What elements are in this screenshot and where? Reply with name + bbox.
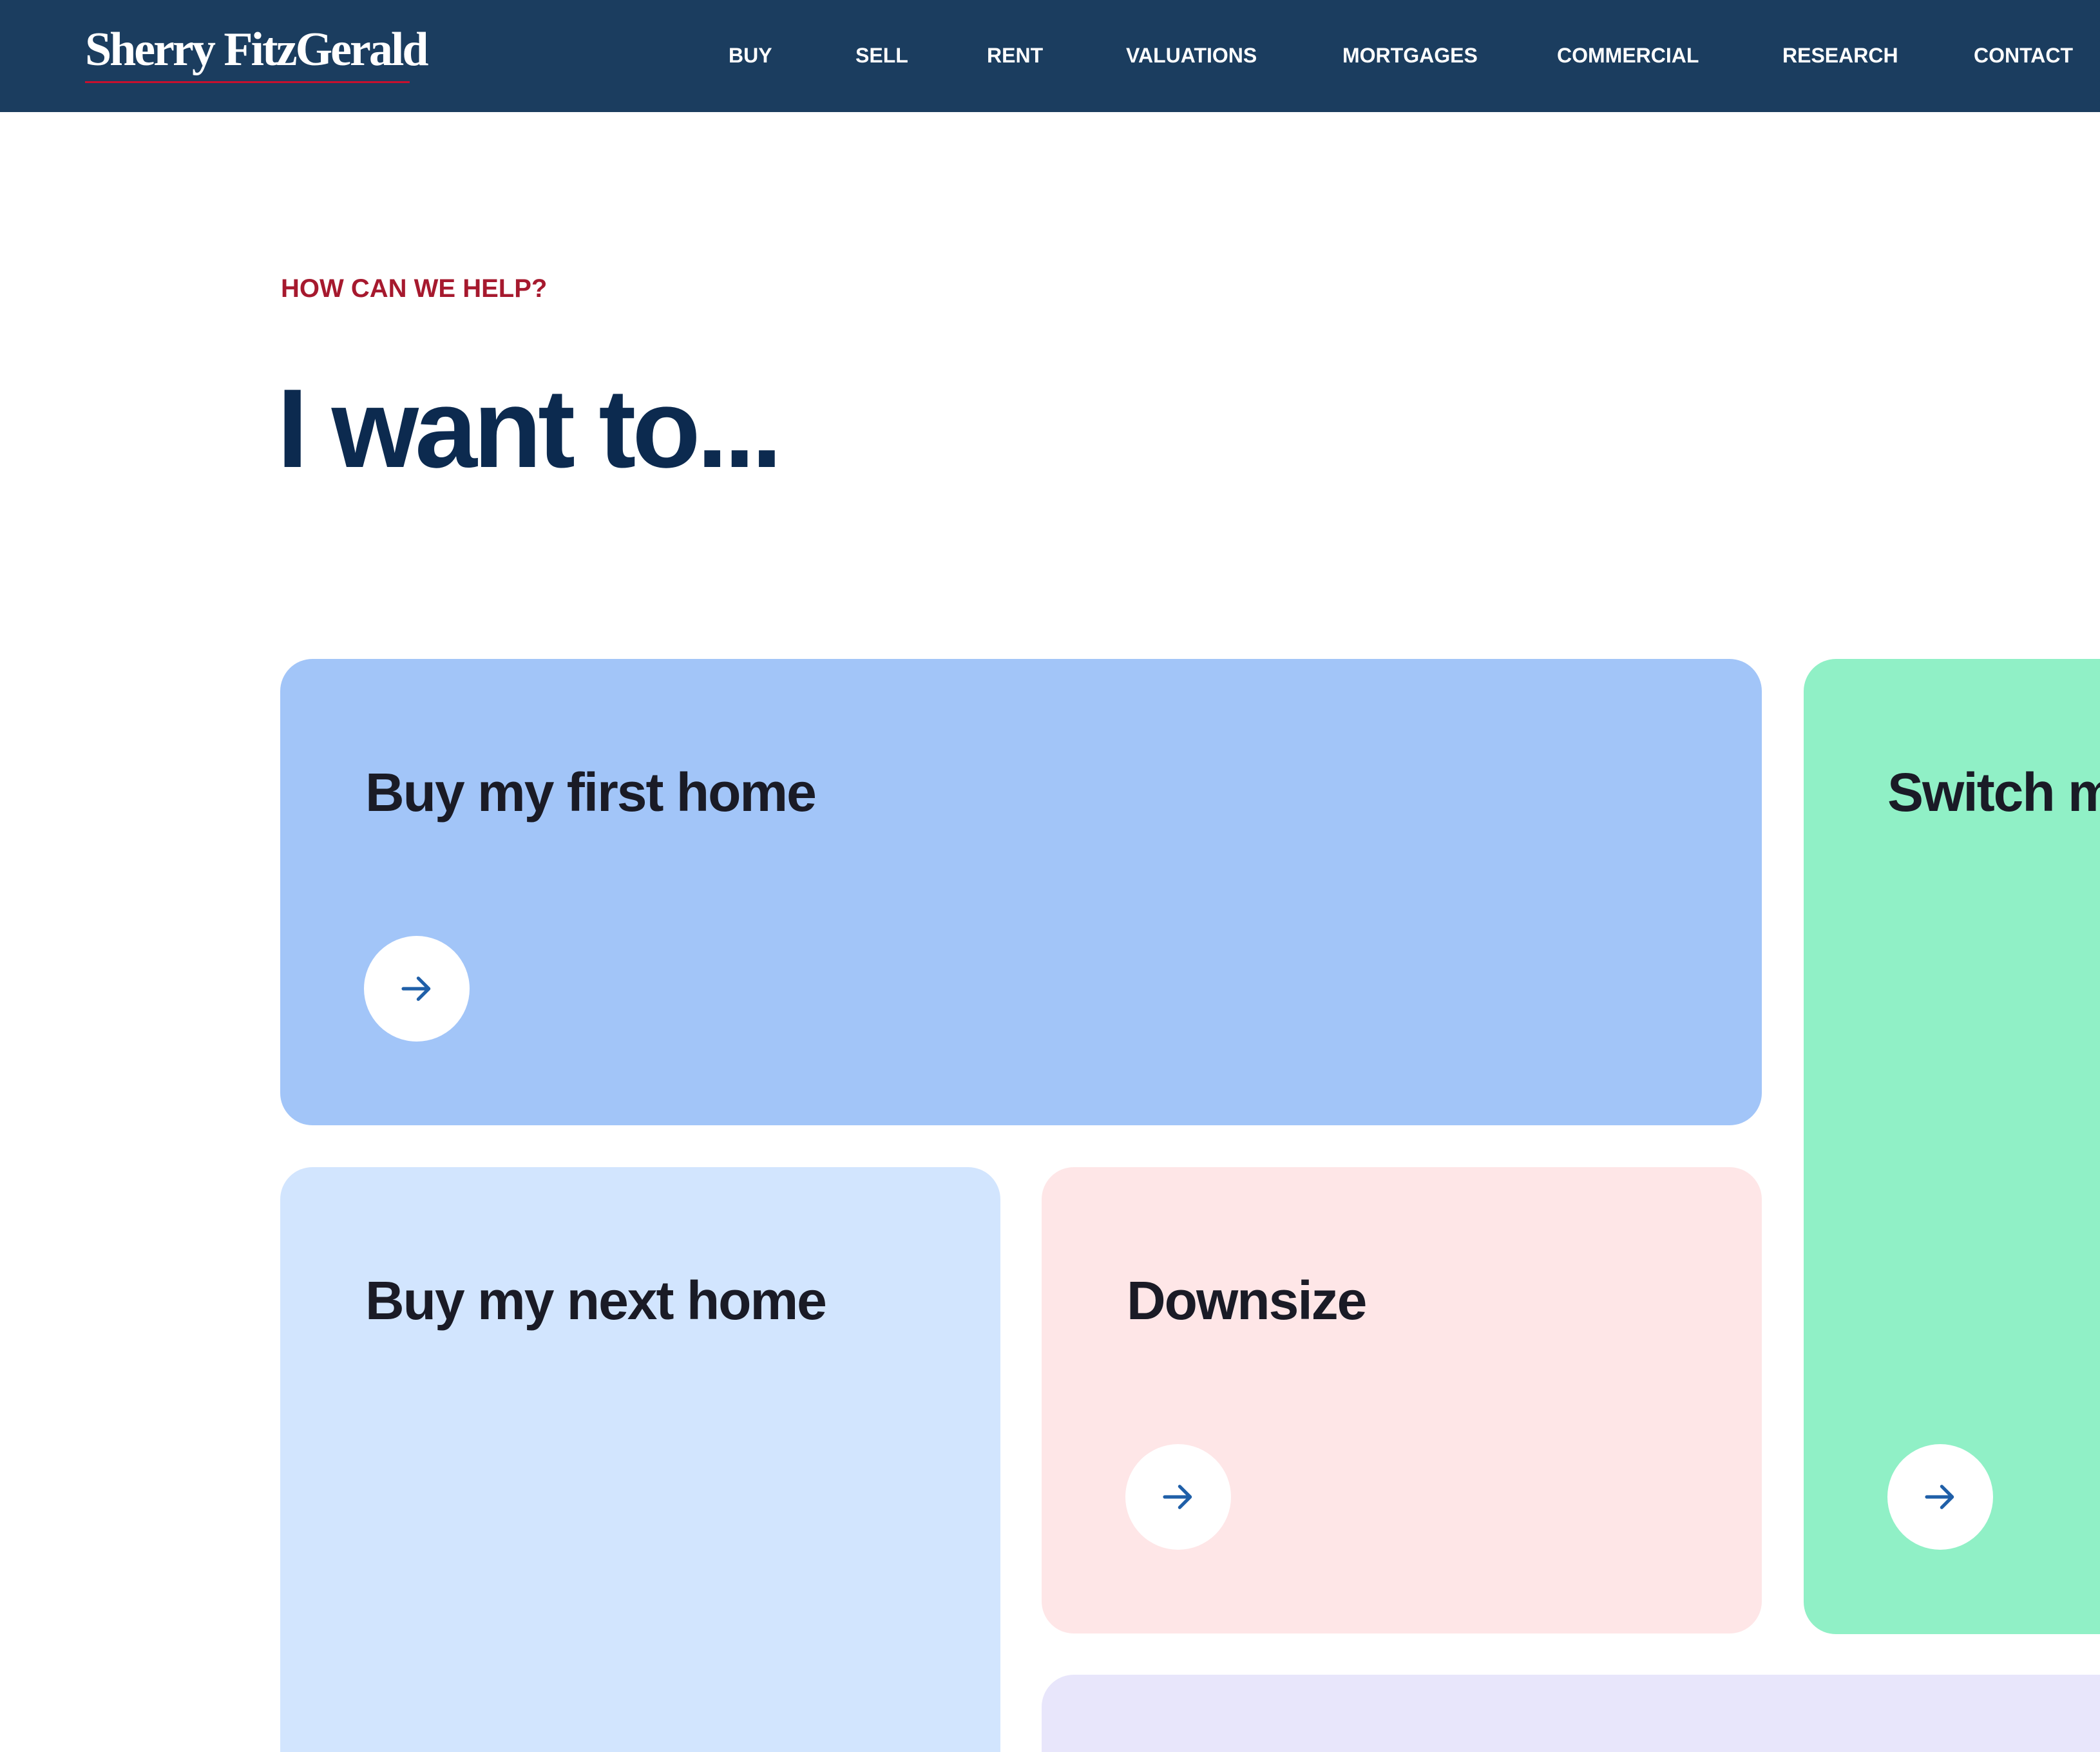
logo-underline bbox=[85, 81, 410, 83]
card-arrow-button[interactable] bbox=[1887, 1444, 1993, 1550]
nav-item-commercial[interactable]: COMMERCIAL bbox=[1557, 41, 1699, 70]
top-nav-bar: Sherry FitzGerald BUY SELL RENT VALUATIO… bbox=[0, 0, 2100, 112]
nav-item-buy[interactable]: BUY bbox=[729, 41, 772, 70]
card-downsize[interactable]: Downsize bbox=[1042, 1167, 1762, 1633]
brand-logo[interactable]: Sherry FitzGerald bbox=[85, 21, 429, 79]
nav-item-sell[interactable]: SELL bbox=[855, 41, 908, 70]
card-arrow-button[interactable] bbox=[364, 936, 470, 1042]
arrow-right-icon bbox=[1163, 1485, 1192, 1509]
nav-item-research[interactable]: RESEARCH bbox=[1782, 41, 1898, 70]
card-buy-first-home[interactable]: Buy my first home bbox=[280, 659, 1762, 1125]
page-heading: I want to... bbox=[277, 365, 783, 491]
card-title: Downsize bbox=[1127, 1270, 1367, 1331]
section-eyebrow: HOW CAN WE HELP? bbox=[281, 274, 548, 303]
nav-item-contact[interactable]: CONTACT bbox=[1974, 41, 2073, 70]
card-arrow-button[interactable] bbox=[1125, 1444, 1231, 1550]
card-title: Switch my mortgage bbox=[1887, 762, 2100, 823]
card-switch-mortgage[interactable]: Switch my mortgage bbox=[1804, 659, 2100, 1634]
card-lavender[interactable] bbox=[1042, 1675, 2100, 1752]
nav-item-mortgages[interactable]: MORTGAGES bbox=[1342, 41, 1478, 70]
card-title: Buy my first home bbox=[365, 762, 817, 823]
nav-item-valuations[interactable]: VALUATIONS bbox=[1126, 41, 1257, 70]
arrow-right-icon bbox=[1925, 1485, 1954, 1509]
card-buy-next-home[interactable]: Buy my next home bbox=[280, 1167, 1000, 1752]
arrow-right-icon bbox=[401, 976, 431, 1001]
card-title: Buy my next home bbox=[365, 1270, 827, 1331]
nav-item-rent[interactable]: RENT bbox=[987, 41, 1043, 70]
